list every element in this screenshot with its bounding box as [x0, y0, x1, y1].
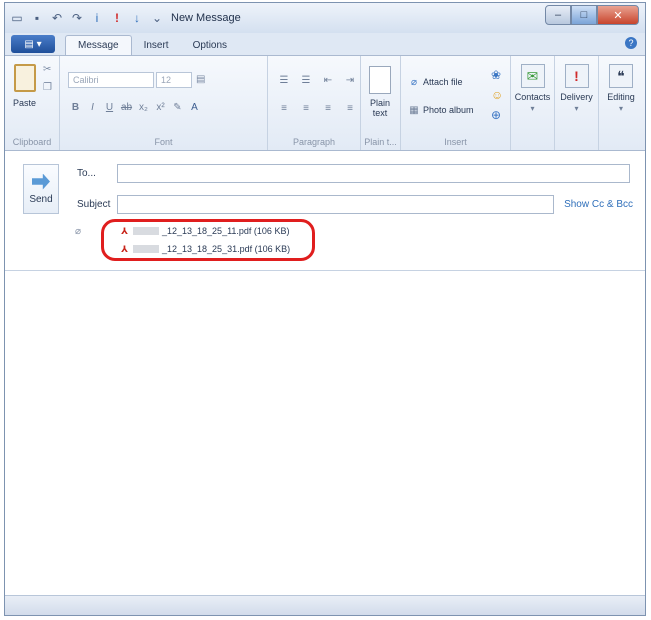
show-cc-bcc-link[interactable]: Show Cc & Bcc [564, 199, 633, 210]
plain-text-group: Plain text Plain t... [361, 56, 401, 150]
photo-album-button[interactable]: ▦ Photo album [409, 104, 474, 116]
message-body[interactable] [5, 271, 645, 597]
contacts-icon: ✉ [520, 64, 545, 88]
paperclip-icon: ⌀ [410, 76, 418, 88]
window-title: New Message [171, 12, 241, 24]
quick-access-toolbar: ▭ ▪ ↶ ↷ i ! ↓ ⌄ [5, 10, 165, 26]
italic-icon[interactable]: I [85, 100, 100, 115]
redo-icon[interactable]: ↷ [69, 10, 85, 26]
emoticon-icon[interactable]: ☺ [491, 88, 503, 102]
help-icon[interactable]: ? [625, 37, 637, 49]
attachments-highlight [101, 219, 315, 261]
plain-text-button[interactable]: Plain text [369, 66, 391, 118]
font-group: Calibri 12 ▤ B I U ab x₂ x² ✎ A Font [60, 56, 268, 150]
photo-album-label: Photo album [423, 105, 474, 115]
tab-insert[interactable]: Insert [132, 35, 181, 55]
right-ribbon-group: ✉ Contacts ▾ ! Delivery ▾ ❝ Editing ▾ [511, 56, 645, 150]
editing-label: Editing [607, 92, 635, 102]
minimize-button[interactable]: – [545, 5, 571, 25]
delivery-label: Delivery [560, 92, 593, 102]
plain-text-label-1: Plain [369, 98, 390, 108]
close-button[interactable]: ✕ [597, 5, 639, 25]
paragraph-group: ☰ ☰ ⇤ ⇥ ≡ ≡ ≡ ≡ Paragraph [268, 56, 361, 150]
low-priority-icon[interactable]: ↓ [129, 10, 145, 26]
send-button[interactable]: Send [23, 164, 59, 214]
hyperlink-icon[interactable]: ⊕ [491, 108, 501, 122]
subscript-icon[interactable]: x₂ [136, 100, 151, 115]
signature-icon[interactable]: ❀ [491, 68, 501, 82]
decrease-indent-icon[interactable]: ⇤ [318, 72, 338, 88]
ribbon: Paste ✂ ❐ Clipboard Calibri 12 ▤ B I U a… [5, 55, 645, 151]
subject-field[interactable] [117, 195, 554, 214]
app-menu-button[interactable]: ▤ ▾ [11, 35, 55, 53]
clipboard-icon [13, 64, 36, 92]
status-bar [5, 595, 645, 615]
to-button[interactable]: To... [77, 168, 96, 179]
numbering-icon[interactable]: ☰ [296, 72, 316, 88]
increase-indent-icon[interactable]: ⇥ [340, 72, 360, 88]
insert-group: ⌀ Attach file ▦ Photo album ❀ ☺ ⊕ Insert [401, 56, 511, 150]
font-group-label: Font [154, 137, 173, 147]
insert-group-label: Insert [444, 137, 467, 147]
highlight-icon[interactable]: ✎ [170, 100, 185, 115]
font-size-select[interactable]: 12 [156, 72, 192, 88]
bold-icon[interactable]: B [68, 100, 83, 115]
cut-icon[interactable]: ✂ [43, 64, 53, 75]
editing-caret-icon: ▾ [618, 104, 623, 113]
contacts-button[interactable]: ✉ Contacts ▾ [511, 56, 555, 150]
subject-label: Subject [77, 199, 111, 210]
contacts-label: Contacts [514, 92, 551, 102]
align-right-icon[interactable]: ≡ [318, 100, 338, 116]
paragraph-group-label: Paragraph [292, 137, 336, 147]
justify-icon[interactable]: ≡ [340, 100, 360, 116]
ribbon-tabs: ▤ ▾ Message Insert Options ? [5, 33, 645, 55]
title-bar: ▭ ▪ ↶ ↷ i ! ↓ ⌄ New Message – □ ✕ [5, 3, 645, 33]
strikethrough-icon[interactable]: ab [119, 100, 134, 115]
send-icon [32, 173, 50, 190]
delivery-caret-icon: ▾ [574, 104, 579, 113]
plain-text-label-2: text [372, 108, 388, 118]
delivery-icon: ! [564, 64, 589, 88]
maximize-button[interactable]: □ [571, 5, 597, 25]
font-name-select[interactable]: Calibri [68, 72, 154, 88]
align-center-icon[interactable]: ≡ [296, 100, 316, 116]
copy-icon[interactable]: ❐ [43, 82, 53, 93]
font-format-row: B I U ab x₂ x² ✎ A [68, 100, 202, 115]
customize-toolbar-icon[interactable]: ⌄ [149, 10, 165, 26]
tab-message[interactable]: Message [65, 35, 132, 55]
underline-icon[interactable]: U [102, 100, 117, 115]
high-priority-icon[interactable]: ! [109, 10, 125, 26]
paste-label: Paste [13, 98, 37, 108]
new-message-icon[interactable]: ▭ [9, 10, 25, 26]
window-controls: – □ ✕ [545, 5, 639, 25]
plain-text-group-label: Plain t... [364, 137, 397, 147]
grow-font-icon[interactable]: ▤ [196, 74, 206, 85]
save-icon[interactable]: ▪ [29, 10, 45, 26]
document-icon [369, 66, 391, 94]
paste-button[interactable]: Paste [13, 64, 36, 108]
to-field[interactable] [117, 164, 630, 183]
clipboard-group-label: Clipboard [12, 137, 52, 147]
contacts-caret-icon: ▾ [530, 104, 535, 113]
align-left-icon[interactable]: ≡ [274, 100, 294, 116]
send-label: Send [29, 193, 53, 205]
attachment-paperclip-icon: ⌀ [75, 226, 82, 237]
compose-header: Send To... Subject Show Cc & Bcc ⌀ ⅄ _12… [5, 151, 645, 271]
info-icon[interactable]: i [89, 10, 105, 26]
attach-file-button[interactable]: ⌀ Attach file [409, 76, 463, 88]
font-color-icon[interactable]: A [187, 100, 202, 115]
tab-options[interactable]: Options [181, 35, 239, 55]
editing-icon: ❝ [609, 64, 633, 88]
undo-icon[interactable]: ↶ [49, 10, 65, 26]
paragraph-row-2: ≡ ≡ ≡ ≡ [274, 100, 360, 116]
attach-file-label: Attach file [423, 77, 463, 87]
editing-button[interactable]: ❝ Editing ▾ [599, 56, 643, 150]
delivery-button[interactable]: ! Delivery ▾ [555, 56, 599, 150]
photo-icon: ▦ [409, 104, 419, 116]
clipboard-group: Paste ✂ ❐ Clipboard [5, 56, 60, 150]
superscript-icon[interactable]: x² [153, 100, 168, 115]
message-window: ▭ ▪ ↶ ↷ i ! ↓ ⌄ New Message – □ ✕ ▤ ▾ Me… [4, 2, 646, 616]
bullets-icon[interactable]: ☰ [274, 72, 294, 88]
paragraph-row-1: ☰ ☰ ⇤ ⇥ [274, 72, 360, 88]
